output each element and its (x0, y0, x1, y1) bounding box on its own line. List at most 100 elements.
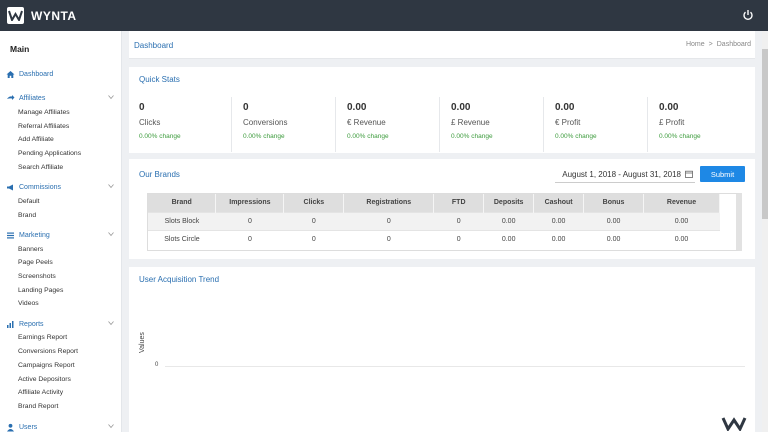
table-cell: 0.00 (643, 229, 720, 248)
column-header[interactable]: FTD (433, 194, 485, 212)
stat-gbp-profit: 0.00 £ Profit 0.00% change (649, 97, 752, 152)
stat-label: € Revenue (347, 118, 386, 127)
sidebar-item-manage-affiliates[interactable]: Manage Affiliates (18, 109, 70, 116)
sidebar-section-commissions[interactable]: Commissions (6, 181, 118, 193)
column-header[interactable]: Clicks (283, 194, 345, 212)
stat-eur-revenue: 0.00 € Revenue 0.00% change (337, 97, 440, 152)
breadcrumb-current: Dashboard (716, 41, 751, 48)
sidebar-item-dashboard[interactable]: Dashboard (6, 68, 118, 80)
sidebar-item-conversions-report[interactable]: Conversions Report (18, 348, 78, 355)
page-title: Dashboard (134, 41, 174, 50)
table-row: Slots Circle 0 0 0 0 0.00 0.00 0.00 0.00 (148, 229, 720, 248)
breadcrumb-separator: > (708, 41, 713, 48)
table-cell: 0 (343, 229, 434, 248)
column-header[interactable]: Brand (148, 194, 217, 212)
stat-change: 0.00% change (139, 133, 181, 140)
sidebar-item-page-peels[interactable]: Page Peels (18, 259, 53, 266)
sidebar-item-brand[interactable]: Brand (18, 212, 36, 219)
sidebar-item-default[interactable]: Default (18, 198, 40, 205)
table-cell: 0.00 (583, 229, 644, 248)
user-icon (7, 423, 14, 431)
table-cell: 0 (343, 211, 434, 230)
chevron-down-icon (108, 95, 114, 100)
column-header[interactable]: Cashout (533, 194, 585, 212)
chevron-down-icon (108, 424, 114, 429)
sidebar-item-videos[interactable]: Videos (18, 300, 39, 307)
quick-stats-card: Quick Stats 0 Clicks 0.00% change 0 Conv… (129, 67, 755, 153)
table-cell: 0 (283, 211, 344, 230)
sidebar-item-active-depositors[interactable]: Active Depositors (18, 376, 71, 383)
column-header[interactable]: Bonus (583, 194, 645, 212)
home-icon (6, 70, 15, 78)
sidebar-section-label: Affiliates (19, 94, 46, 102)
sidebar-section-label: Marketing (19, 231, 50, 239)
quick-stats-title: Quick Stats (139, 75, 180, 84)
megaphone-icon (7, 184, 13, 190)
sidebar-item-add-affiliate[interactable]: Add Affiliate (18, 136, 54, 143)
column-header[interactable]: Deposits (483, 194, 535, 212)
column-header[interactable]: Impressions (215, 194, 285, 212)
sidebar-item-pending-applications[interactable]: Pending Applications (18, 150, 81, 157)
table-cell: 0.00 (533, 229, 584, 248)
breadcrumb-path: Home > Dashboard (686, 41, 751, 48)
sidebar-section-label: Commissions (19, 183, 62, 191)
sidebar-item-screenshots[interactable]: Screenshots (18, 273, 56, 280)
stat-value: 0 (243, 102, 249, 113)
submit-button[interactable]: Submit (700, 166, 745, 182)
chevron-down-icon (108, 184, 114, 189)
sidebar-item-banners[interactable]: Banners (18, 246, 43, 253)
breadcrumb-home[interactable]: Home (686, 41, 705, 48)
table-header-row: Brand Impressions Clicks Registrations F… (148, 194, 720, 212)
stat-clicks: 0 Clicks 0.00% change (129, 97, 232, 152)
sidebar-main-heading: Main (10, 44, 30, 54)
stat-value: 0.00 (555, 102, 575, 113)
scrollbar-thumb[interactable] (762, 49, 768, 219)
stat-value: 0 (139, 102, 145, 113)
table-cell: Slots Block (148, 211, 216, 230)
sidebar-section-label: Reports (19, 320, 44, 328)
chevron-down-icon (108, 321, 114, 326)
sidebar-item-label: Dashboard (19, 70, 54, 78)
sidebar-item-referral-affiliates[interactable]: Referral Affiliates (18, 123, 69, 130)
power-icon[interactable] (742, 9, 754, 21)
column-header[interactable]: Revenue (643, 194, 720, 212)
table-cell: 0 (433, 211, 484, 230)
date-range-value: August 1, 2018 - August 31, 2018 (562, 170, 681, 179)
sidebar-section-reports[interactable]: Reports (6, 318, 118, 330)
our-brands-title: Our Brands (139, 170, 180, 179)
sidebar-item-affiliate-activity[interactable]: Affiliate Activity (18, 389, 63, 396)
calendar-icon (685, 170, 693, 178)
sidebar-section-affiliates[interactable]: Affiliates (6, 92, 118, 104)
stat-change: 0.00% change (347, 133, 389, 140)
sidebar-section-users[interactable]: Users (6, 421, 118, 432)
stat-label: £ Revenue (451, 118, 490, 127)
date-range-picker[interactable]: August 1, 2018 - August 31, 2018 (555, 167, 695, 183)
table-row: Slots Block 0 0 0 0 0.00 0.00 0.00 0.00 (148, 211, 720, 230)
our-brands-card: Our Brands August 1, 2018 - August 31, 2… (129, 159, 755, 259)
top-bar: WYNTA (0, 0, 768, 31)
stat-conversions: 0 Conversions 0.00% change (233, 97, 336, 152)
sidebar-item-campaigns-report[interactable]: Campaigns Report (18, 362, 75, 369)
stat-eur-profit: 0.00 € Profit 0.00% change (545, 97, 648, 152)
column-header[interactable]: Registrations (343, 194, 435, 212)
sidebar: Main Dashboard Affiliates Manage Affilia… (0, 31, 122, 432)
sidebar-item-search-affiliate[interactable]: Search Affiliate (18, 164, 63, 171)
stat-label: Clicks (139, 118, 161, 127)
list-icon (7, 232, 14, 238)
wynta-logo-icon[interactable] (7, 7, 24, 24)
table-cell: 0 (433, 229, 484, 248)
sidebar-item-earnings-report[interactable]: Earnings Report (18, 334, 67, 341)
stat-change: 0.00% change (451, 133, 493, 140)
sidebar-item-landing-pages[interactable]: Landing Pages (18, 287, 63, 294)
sidebar-item-brand-report[interactable]: Brand Report (18, 403, 58, 410)
page-scrollbar[interactable] (762, 31, 768, 432)
table-cell: 0.00 (483, 211, 534, 230)
sidebar-section-marketing[interactable]: Marketing (6, 229, 118, 241)
stat-value: 0.00 (347, 102, 367, 113)
table-cell: 0.00 (583, 211, 644, 230)
stat-change: 0.00% change (659, 133, 701, 140)
stat-gbp-revenue: 0.00 £ Revenue 0.00% change (441, 97, 544, 152)
table-cell: 0.00 (483, 229, 534, 248)
table-cell: 0 (215, 211, 284, 230)
breadcrumb: Dashboard Home > Dashboard (129, 31, 755, 59)
